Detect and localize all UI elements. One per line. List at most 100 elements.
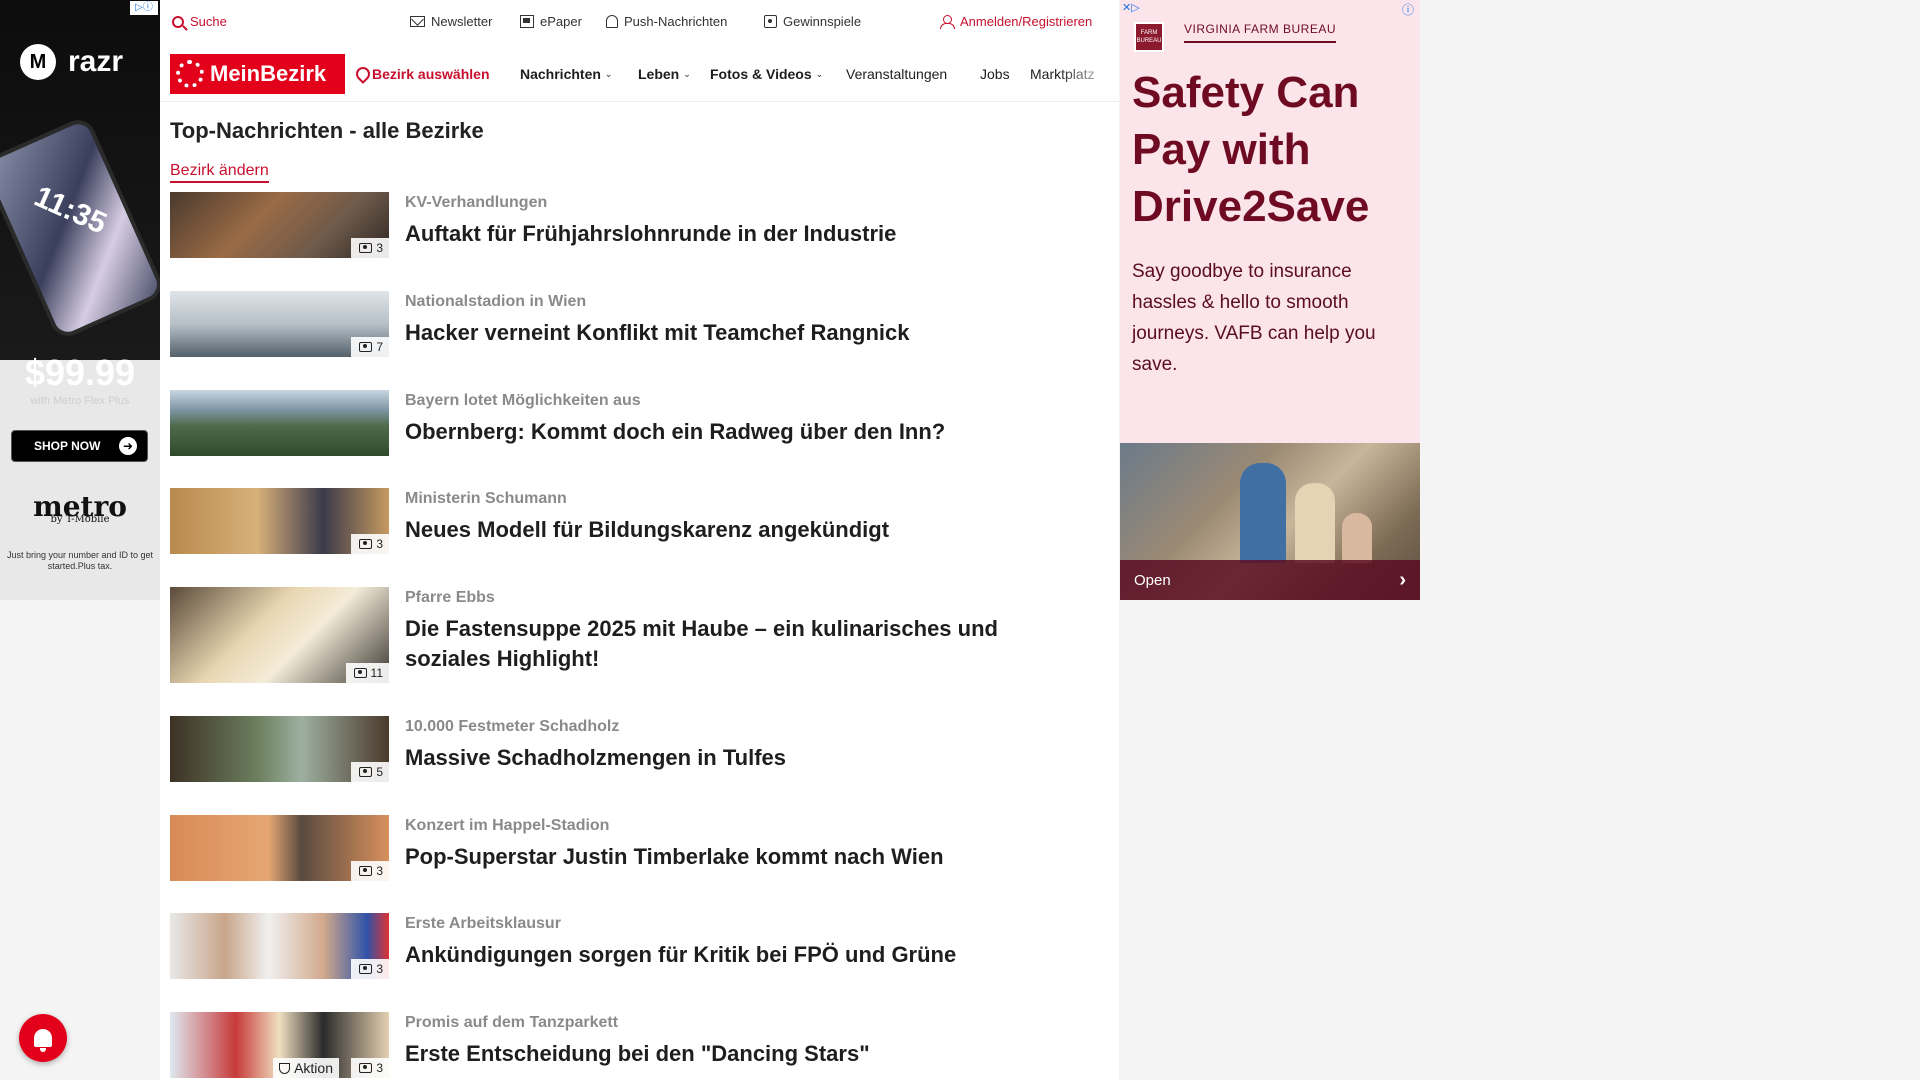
search-label: Suche — [190, 14, 227, 29]
article-item[interactable]: 5 10.000 Festmeter Schadholz Massive Sch… — [170, 716, 1070, 782]
article-headline[interactable]: Obernberg: Kommt doch ein Radweg über de… — [405, 417, 1065, 447]
ad-disclaimer: Just bring your number and ID to get sta… — [6, 550, 154, 571]
nav-item-leben[interactable]: Leben ⌄ — [638, 66, 691, 82]
page-title: Top-Nachrichten - alle Bezirke — [170, 118, 484, 143]
nav-item-nachrichten[interactable]: Nachrichten ⌄ — [520, 66, 612, 82]
farm-bureau-logo: FARM BUREAU — [1134, 22, 1164, 52]
trophy-icon — [279, 1062, 291, 1074]
push-label: Push-Nachrichten — [624, 14, 728, 29]
notification-bell-button[interactable] — [19, 1014, 67, 1062]
district-select[interactable]: Bezirk auswählen — [356, 66, 490, 82]
article-thumbnail[interactable]: 3 — [170, 192, 389, 258]
article-item[interactable]: 3 Erste Arbeitsklausur Ankündigungen sor… — [170, 913, 1070, 979]
newsletter-link[interactable]: Newsletter — [410, 14, 492, 29]
search-link[interactable]: Suche — [172, 14, 227, 29]
article-headline[interactable]: Die Fastensuppe 2025 mit Haube – ein kul… — [405, 614, 1065, 674]
chevron-right-icon: › — [1399, 568, 1406, 591]
top-utility-bar: Suche Newsletter ePaper Push-Nachrichten… — [160, 0, 1119, 46]
photo-count-badge: 3 — [351, 238, 389, 258]
advertiser-name: VIRGINIA FARM BUREAU — [1184, 22, 1337, 43]
epaper-link[interactable]: ePaper — [520, 14, 582, 29]
nav-label: Nachrichten — [520, 66, 601, 82]
nav-label: Leben — [638, 66, 680, 82]
logo-text: MeinBezirk — [210, 61, 327, 86]
nav-label: Veranstaltungen — [846, 66, 948, 82]
gallery-icon — [359, 767, 373, 777]
epaper-label: ePaper — [540, 14, 582, 29]
gallery-icon — [359, 964, 373, 974]
nav-item-veranstaltungen[interactable]: Veranstaltungen — [846, 66, 947, 82]
contests-label: Gewinnspiele — [783, 14, 862, 29]
article-kicker: Promis auf dem Tanzparkett — [405, 1014, 619, 1031]
gallery-icon — [359, 1063, 373, 1073]
article-headline[interactable]: Neues Modell für Bildungskarenz angekünd… — [405, 515, 1065, 545]
nav-item-fotos-videos[interactable]: Fotos & Videos ⌄ — [710, 66, 823, 82]
article-thumbnail[interactable]: 3 — [170, 488, 389, 554]
article-headline[interactable]: Hacker verneint Konflikt mit Teamchef Ra… — [405, 318, 1065, 348]
left-skyscraper-ad[interactable]: ▷ⓘ M razr 11:35 $99.99 with Metro Flex P… — [0, 0, 160, 600]
contests-link[interactable]: Gewinnspiele — [764, 14, 861, 29]
shop-now-label: SHOP NOW — [34, 439, 101, 453]
article-item[interactable]: Aktion 3 Promis auf dem Tanzparkett Erst… — [170, 1012, 1070, 1078]
gallery-icon — [359, 539, 373, 549]
article-headline[interactable]: Erste Entscheidung bei den "Dancing Star… — [405, 1039, 1065, 1069]
article-headline[interactable]: Ankündigungen sorgen für Kritik bei FPÖ … — [405, 940, 1065, 970]
search-icon — [172, 15, 184, 28]
nav-fade — [1059, 56, 1119, 96]
article-thumbnail[interactable]: 11 — [170, 587, 389, 683]
newspaper-icon — [520, 15, 534, 28]
gallery-icon — [359, 243, 373, 253]
ad-info-icon[interactable]: ⓘ — [1402, 1, 1414, 18]
change-district-link[interactable]: Bezirk ändern — [170, 162, 269, 183]
shop-now-button[interactable]: SHOP NOW ➜ — [11, 430, 148, 462]
article-item[interactable]: 3 KV-Verhandlungen Auftakt für Frühjahrs… — [170, 192, 1070, 258]
ad-brand: M razr — [20, 44, 123, 80]
right-ad[interactable]: ✕▷ ⓘ FARM BUREAU VIRGINIA FARM BUREAU Sa… — [1120, 0, 1420, 600]
article-headline[interactable]: Pop-Superstar Justin Timberlake kommt na… — [405, 842, 1065, 872]
photo-count: 5 — [376, 765, 383, 779]
article-headline[interactable]: Auftakt für Frühjahrslohnrunde in der In… — [405, 219, 1065, 249]
article-thumbnail[interactable] — [170, 390, 389, 456]
article-item[interactable]: Bayern lotet Möglichkeiten aus Obernberg… — [170, 390, 1070, 456]
article-thumbnail[interactable]: 3 — [170, 815, 389, 881]
meinbezirk-logo[interactable]: MeinBezirk — [170, 54, 345, 94]
motorola-logo-icon: M — [20, 44, 56, 80]
login-label: Anmelden/Registrieren — [960, 14, 1093, 29]
photo-count-badge: 5 — [351, 762, 389, 782]
mail-icon — [410, 16, 425, 27]
push-link[interactable]: Push-Nachrichten — [606, 14, 727, 29]
article-thumbnail[interactable]: 3 — [170, 913, 389, 979]
article-kicker: Bayern lotet Möglichkeiten aus — [405, 392, 641, 409]
login-link[interactable]: Anmelden/Registrieren — [940, 14, 1092, 29]
main-column: Suche Newsletter ePaper Push-Nachrichten… — [160, 0, 1119, 1080]
photo-count-badge: 3 — [351, 1058, 389, 1078]
article-thumbnail[interactable]: 7 — [170, 291, 389, 357]
aktion-label: Aktion — [294, 1060, 333, 1076]
photo-count: 11 — [370, 666, 383, 680]
article-item[interactable]: 3 Ministerin Schumann Neues Modell für B… — [170, 488, 1070, 554]
article-headline[interactable]: Massive Schadholzmengen in Tulfes — [405, 743, 1065, 773]
photo-count: 3 — [376, 962, 383, 976]
close-ad-icon[interactable]: ✕▷ — [1122, 1, 1140, 14]
article-item[interactable]: 7 Nationalstadion in Wien Hacker vernein… — [170, 291, 1070, 357]
bell-icon — [34, 1029, 52, 1052]
nav-label: Fotos & Videos — [710, 66, 812, 82]
ad-body: Say goodbye to insurance hassles & hello… — [1132, 261, 1376, 375]
article-thumbnail[interactable]: Aktion 3 — [170, 1012, 389, 1078]
article-kicker: Ministerin Schumann — [405, 490, 567, 507]
nav-item-jobs[interactable]: Jobs — [980, 66, 1010, 82]
ad-open-button[interactable]: Open › — [1120, 560, 1420, 600]
article-kicker: Konzert im Happel-Stadion — [405, 817, 610, 834]
gift-icon — [764, 15, 777, 28]
article-item[interactable]: 3 Konzert im Happel-Stadion Pop-Supersta… — [170, 815, 1070, 881]
article-thumbnail[interactable]: 5 — [170, 716, 389, 782]
article-kicker: Pfarre Ebbs — [405, 589, 495, 606]
photo-count: 3 — [376, 241, 383, 255]
adchoices-icon[interactable]: ▷ⓘ — [130, 1, 158, 15]
photo-count-badge: 3 — [351, 534, 389, 554]
main-nav: MeinBezirk Bezirk auswählen Nachrichten … — [160, 46, 1119, 102]
photo-count: 7 — [376, 340, 383, 354]
arrow-right-icon: ➜ — [119, 437, 137, 455]
article-kicker: KV-Verhandlungen — [405, 194, 548, 211]
article-item[interactable]: 11 Pfarre Ebbs Die Fastensuppe 2025 mit … — [170, 587, 1070, 683]
